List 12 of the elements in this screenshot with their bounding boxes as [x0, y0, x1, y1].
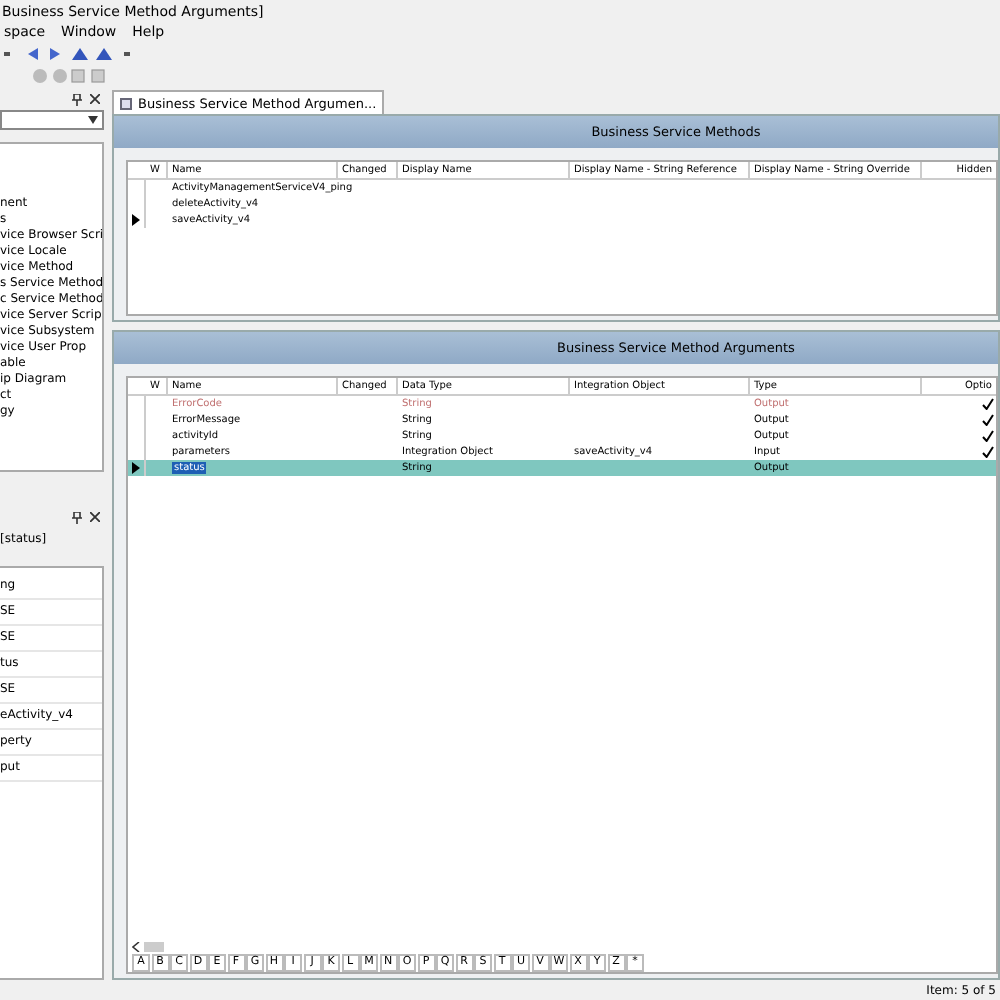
scroll-left-icon[interactable] [132, 941, 140, 951]
row-indicator[interactable] [128, 460, 146, 476]
document-icon [120, 97, 132, 109]
close-icon[interactable] [90, 94, 100, 104]
pin-icon[interactable] [72, 93, 82, 105]
close-icon[interactable] [90, 512, 100, 522]
current-row-icon [132, 462, 140, 474]
current-row-icon [132, 214, 140, 226]
row-indicator[interactable] [128, 212, 146, 228]
caret-icon [88, 116, 98, 124]
pin-icon[interactable] [72, 511, 82, 523]
scrollbar-thumb[interactable] [144, 941, 164, 951]
